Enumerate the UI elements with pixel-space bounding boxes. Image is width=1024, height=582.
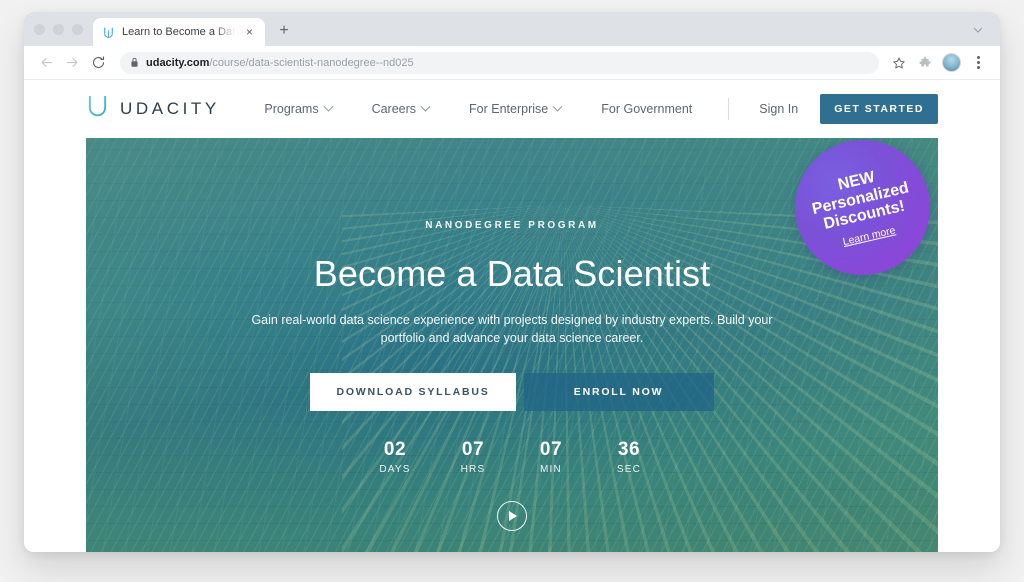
- back-button[interactable]: [34, 51, 58, 75]
- nav-item-programs[interactable]: Programs: [244, 102, 351, 116]
- page-title: Become a Data Scientist: [86, 253, 938, 295]
- site-header: UDACITY Programs Careers For Enterprise …: [24, 80, 1000, 138]
- nav-item-for-enterprise[interactable]: For Enterprise: [449, 102, 581, 116]
- nav-item-label: For Enterprise: [469, 102, 548, 116]
- brand-logo-link[interactable]: UDACITY: [86, 94, 220, 124]
- chevron-down-icon: [553, 101, 563, 111]
- page-content: UDACITY Programs Careers For Enterprise …: [24, 80, 1000, 552]
- new-tab-button[interactable]: +: [271, 18, 297, 44]
- kebab-menu-icon[interactable]: [966, 51, 990, 75]
- brand-name: UDACITY: [120, 99, 220, 119]
- nav-divider: [728, 98, 729, 120]
- hero-cta-group: DOWNLOAD SYLLABUS ENROLL NOW: [86, 373, 938, 411]
- star-icon[interactable]: [887, 51, 911, 75]
- tab-title: Learn to Become a Data Scien: [122, 26, 235, 38]
- nav-item-label: For Government: [601, 102, 692, 116]
- udacity-favicon: [101, 25, 115, 39]
- countdown-value: 07: [528, 439, 574, 461]
- countdown-label: SEC: [606, 464, 652, 475]
- play-button[interactable]: [497, 501, 527, 531]
- hero-subtitle: Gain real-world data science experience …: [247, 311, 777, 347]
- download-syllabus-button[interactable]: DOWNLOAD SYLLABUS: [310, 373, 515, 411]
- minimize-window-button[interactable]: [53, 24, 64, 35]
- nav-item-label: Careers: [372, 102, 416, 116]
- tab-strip: Learn to Become a Data Scien × +: [24, 12, 1000, 46]
- browser-tab[interactable]: Learn to Become a Data Scien ×: [93, 18, 265, 46]
- countdown-label: HRS: [450, 464, 496, 475]
- countdown-label: DAYS: [372, 464, 418, 475]
- nav-item-for-government[interactable]: For Government: [581, 102, 712, 116]
- lock-icon: [130, 57, 139, 68]
- maximize-window-button[interactable]: [72, 24, 83, 35]
- browser-window: Learn to Become a Data Scien × +: [24, 12, 1000, 552]
- url-domain: udacity.com: [146, 57, 209, 69]
- hero-eyebrow: NANODEGREE PROGRAM: [86, 220, 938, 231]
- url-text: udacity.com/course/data-scientist-nanode…: [146, 57, 414, 69]
- hero-content: NANODEGREE PROGRAM Become a Data Scienti…: [86, 138, 938, 531]
- nav-item-careers[interactable]: Careers: [352, 102, 449, 116]
- nav-item-label: Programs: [264, 102, 318, 116]
- countdown-value: 02: [372, 439, 418, 461]
- close-tab-button[interactable]: ×: [242, 25, 257, 40]
- get-started-button[interactable]: GET STARTED: [820, 94, 938, 124]
- window-controls: [30, 12, 93, 46]
- site-nav: Programs Careers For Enterprise For Gove…: [244, 94, 938, 124]
- hero-banner: NEW Personalized Discounts! Learn more N…: [86, 138, 938, 552]
- udacity-logo: [86, 94, 109, 124]
- countdown-label: MIN: [528, 464, 574, 475]
- chevron-down-icon: [323, 101, 333, 111]
- close-window-button[interactable]: [34, 24, 45, 35]
- puzzle-icon[interactable]: [913, 51, 937, 75]
- chevron-down-icon: [421, 101, 431, 111]
- countdown-days: 02 DAYS: [372, 439, 418, 475]
- countdown-timer: 02 DAYS 07 HRS 07 MIN 36 SEC: [86, 439, 938, 475]
- play-icon: [509, 511, 517, 521]
- browser-toolbar: udacity.com/course/data-scientist-nanode…: [24, 46, 1000, 80]
- enroll-now-button[interactable]: ENROLL NOW: [524, 373, 714, 411]
- chevron-down-icon[interactable]: [964, 16, 992, 44]
- countdown-value: 07: [450, 439, 496, 461]
- url-path: /course/data-scientist-nanodegree--nd025: [209, 57, 413, 69]
- address-bar[interactable]: udacity.com/course/data-scientist-nanode…: [120, 52, 879, 74]
- countdown-hours: 07 HRS: [450, 439, 496, 475]
- sign-in-link[interactable]: Sign In: [745, 102, 812, 116]
- countdown-seconds: 36 SEC: [606, 439, 652, 475]
- kebab-dots: [977, 56, 980, 69]
- forward-button[interactable]: [60, 51, 84, 75]
- countdown-value: 36: [606, 439, 652, 461]
- avatar[interactable]: [942, 53, 961, 72]
- reload-button[interactable]: [86, 51, 110, 75]
- countdown-minutes: 07 MIN: [528, 439, 574, 475]
